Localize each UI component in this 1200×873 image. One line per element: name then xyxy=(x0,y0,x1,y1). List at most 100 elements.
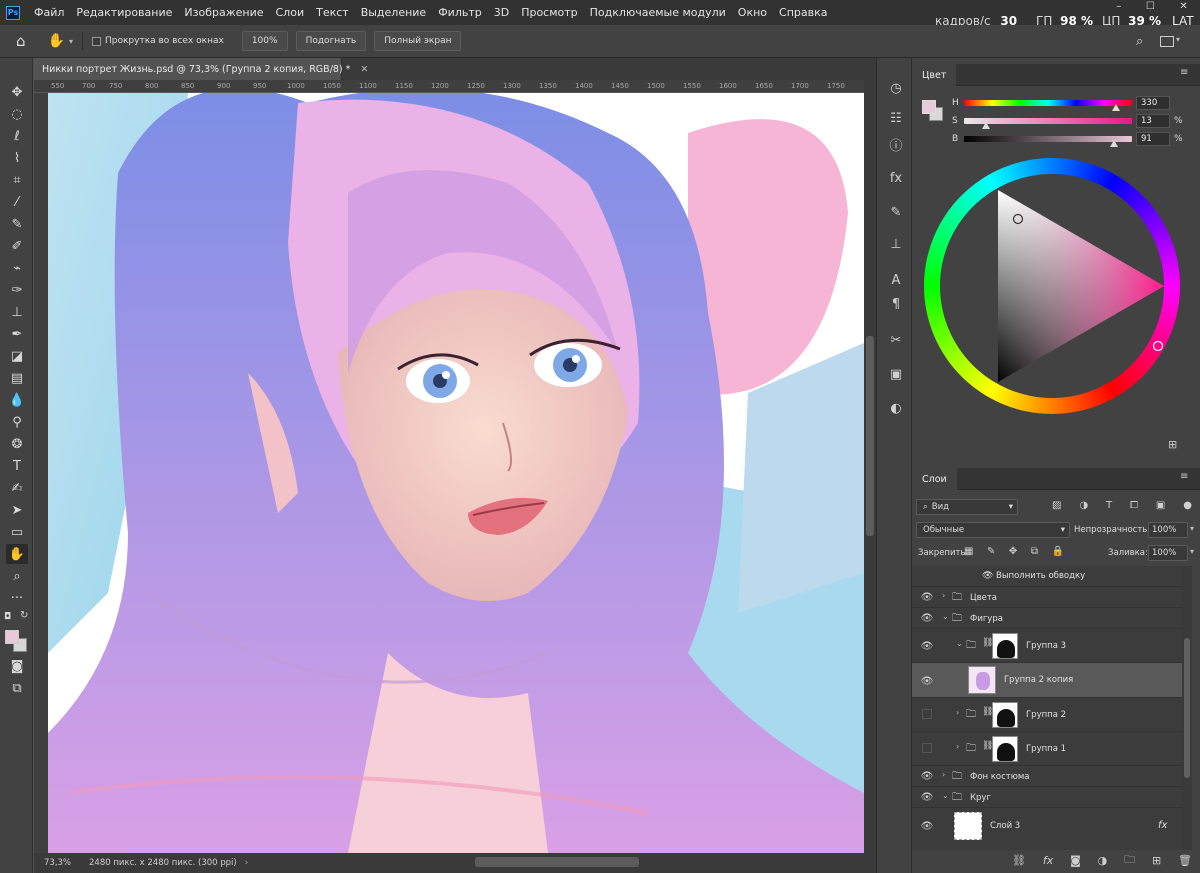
expand-chevron-icon[interactable]: › xyxy=(942,591,945,600)
menu-window[interactable]: Окно xyxy=(732,6,773,19)
zoom-level[interactable]: 73,3% xyxy=(44,858,71,868)
brightness-slider-thumb[interactable] xyxy=(1110,140,1118,147)
lasso-tool-icon[interactable]: ℓ xyxy=(6,126,28,146)
close-tab-icon[interactable]: ✕ xyxy=(360,64,368,75)
fill-screen-button[interactable]: Полный экран xyxy=(374,31,462,51)
collapse-chevron-icon[interactable]: ⌄ xyxy=(942,791,949,800)
menu-plugins[interactable]: Подключаемые модули xyxy=(584,6,732,19)
swap-colors-icon[interactable]: ↻ xyxy=(20,610,28,621)
menu-view[interactable]: Просмотр xyxy=(515,6,583,19)
styles-icon[interactable]: fx xyxy=(886,168,906,188)
expand-chevron-icon[interactable]: › xyxy=(956,708,959,717)
brightness-input[interactable]: 91 xyxy=(1136,132,1170,146)
search-icon[interactable]: ⌕ xyxy=(1136,34,1143,49)
expand-chevron-icon[interactable]: › xyxy=(956,742,959,751)
blur-tool-icon[interactable]: 💧 xyxy=(6,390,28,410)
maximize-icon[interactable]: ☐ xyxy=(1146,1,1155,13)
default-colors-icon[interactable]: ◘ xyxy=(4,612,11,622)
zoom-100-button[interactable]: 100% xyxy=(241,31,288,51)
hue-input[interactable]: 330 xyxy=(1136,96,1170,110)
info-icon[interactable]: ⓘ xyxy=(886,134,906,154)
canvas-artwork[interactable] xyxy=(48,93,864,853)
home-icon[interactable]: ⌂ xyxy=(16,32,26,50)
sponge-tool-icon[interactable]: ❂ xyxy=(6,434,28,454)
history-icon[interactable]: ◷ xyxy=(886,78,906,98)
menu-type[interactable]: Текст xyxy=(310,6,355,19)
layer-thumbnail[interactable] xyxy=(954,812,982,840)
history-brush-tool-icon[interactable]: ✒ xyxy=(6,324,28,344)
expand-chevron-icon[interactable]: › xyxy=(942,770,945,779)
brightness-slider[interactable] xyxy=(964,136,1132,142)
document-tab[interactable]: Никки портрет Жизнь.psd @ 73,3% (Группа … xyxy=(34,58,368,80)
screen-mode-icon[interactable]: ⧉ xyxy=(6,678,28,698)
filter-type-icon[interactable]: T xyxy=(1106,500,1112,511)
layer-mask-thumbnail[interactable] xyxy=(992,702,1018,728)
marquee-tool-icon[interactable]: ◌ xyxy=(6,104,28,124)
lock-pixels-icon[interactable]: ✎ xyxy=(987,546,995,557)
chevron-down-icon[interactable]: ▾ xyxy=(69,37,73,46)
workspace-chevron-icon[interactable]: ▾ xyxy=(1176,35,1180,44)
lock-transparency-icon[interactable]: ▦ xyxy=(964,546,973,557)
filter-smart-icon[interactable]: ▣ xyxy=(1156,500,1165,511)
layer-row[interactable]: 👁 ⌄ 🗀 ⛓ Группа 3 xyxy=(912,628,1182,662)
color-triangle[interactable] xyxy=(924,158,1180,414)
tab-color[interactable]: Цвет xyxy=(912,64,957,86)
brush-tool-icon[interactable]: ✐ xyxy=(6,236,28,256)
link-layers-icon[interactable]: ⛓ xyxy=(1012,854,1026,867)
visibility-eye-icon[interactable]: 👁 xyxy=(920,591,934,603)
color-fg-swatch[interactable] xyxy=(922,100,936,114)
visibility-eye-icon[interactable]: 👁 xyxy=(920,820,934,832)
more-tools-icon[interactable]: ··· xyxy=(6,588,28,608)
menu-image[interactable]: Изображение xyxy=(178,6,269,19)
tools-presets-icon[interactable]: ✂ xyxy=(886,330,906,350)
blend-mode-select[interactable]: Обычные ▾ xyxy=(916,522,1070,538)
libraries-icon[interactable]: ▣ xyxy=(886,364,906,384)
pen-tool-icon[interactable]: ✍ xyxy=(6,478,28,498)
new-layer-icon[interactable]: ⊞ xyxy=(1152,854,1161,867)
brush-settings-icon[interactable]: ✎ xyxy=(886,202,906,222)
document-size-info[interactable]: 2480 пикс. x 2480 пикс. (300 ppi) xyxy=(89,858,237,868)
minimize-icon[interactable]: – xyxy=(1116,1,1121,13)
layer-row[interactable]: 👁 › 🗀 Фон костюма xyxy=(912,765,1182,786)
layer-row[interactable]: 👁 ⌄ 🗀 Круг xyxy=(912,786,1182,807)
hue-slider[interactable] xyxy=(964,100,1132,106)
menu-help[interactable]: Справка xyxy=(773,6,833,19)
gradient-tool-icon[interactable]: ▤ xyxy=(6,368,28,388)
layer-row[interactable]: › 🗀 ⛓ Группа 2 xyxy=(912,697,1182,731)
new-group-icon[interactable]: 🗀 xyxy=(1124,851,1135,870)
scroll-all-windows-checkbox[interactable] xyxy=(91,36,101,46)
visibility-off-box[interactable] xyxy=(922,709,932,719)
menu-3d[interactable]: 3D xyxy=(488,6,515,19)
menu-select[interactable]: Выделение xyxy=(355,6,433,19)
quick-select-tool-icon[interactable]: ⌇ xyxy=(6,148,28,168)
visibility-eye-icon[interactable]: 👁 xyxy=(920,791,934,803)
layer-row[interactable]: 👁 Слой 3 fx xyxy=(912,807,1182,843)
visibility-eye-icon[interactable]: 👁 xyxy=(920,640,934,652)
filter-toggle-icon[interactable]: ● xyxy=(1183,500,1192,511)
tab-layers[interactable]: Слои xyxy=(912,468,957,490)
layer-filter-select[interactable]: ⌕ Вид ▾ xyxy=(916,499,1018,515)
layer-effect-row[interactable]: 👁 Выполнить обводку xyxy=(912,566,1182,587)
fill-chevron-icon[interactable]: ▾ xyxy=(1190,547,1194,556)
move-tool-icon[interactable]: ✥ xyxy=(6,82,28,102)
fit-screen-button[interactable]: Подогнать xyxy=(295,31,367,51)
clone-stamp-tool-icon[interactable]: ⊥ xyxy=(6,302,28,322)
filter-adjustment-icon[interactable]: ◑ xyxy=(1079,500,1088,511)
close-icon[interactable]: ✕ xyxy=(1179,1,1187,13)
delete-layer-icon[interactable]: 🗑 xyxy=(1178,854,1192,867)
color-adjust-icon[interactable]: ◐ xyxy=(886,398,906,418)
saturation-slider-thumb[interactable] xyxy=(982,122,990,129)
layer-row-selected[interactable]: 👁 Группа 2 копия xyxy=(912,662,1182,697)
hand-tool-icon[interactable]: ✋ xyxy=(6,544,28,564)
quick-mask-icon[interactable]: ◙ xyxy=(6,656,28,676)
eraser-tool-icon[interactable]: ◪ xyxy=(6,346,28,366)
horizontal-scroll-thumb[interactable] xyxy=(475,857,639,867)
fill-input[interactable]: 100% xyxy=(1148,545,1188,561)
eyedropper-tool-icon[interactable]: ⁄ xyxy=(6,192,28,212)
filter-pixel-icon[interactable]: ▨ xyxy=(1052,500,1061,511)
layer-row[interactable]: › 🗀 ⛓ Группа 1 xyxy=(912,731,1182,765)
opacity-chevron-icon[interactable]: ▾ xyxy=(1190,524,1194,533)
opacity-input[interactable]: 100% xyxy=(1148,522,1188,538)
zoom-tool-icon[interactable]: ⌕ xyxy=(6,566,28,586)
filter-shape-icon[interactable]: ⧠ xyxy=(1130,500,1138,511)
